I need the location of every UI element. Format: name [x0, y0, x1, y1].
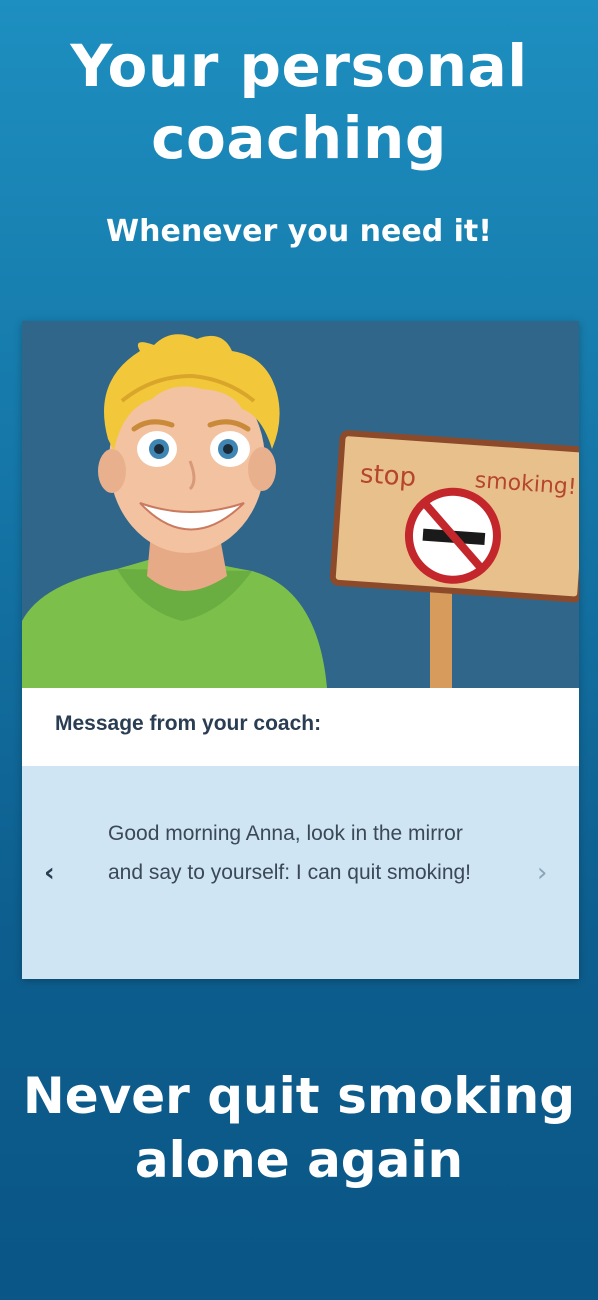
headline-bottom: Never quit smoking alone again: [22, 1067, 576, 1189]
chevron-right-icon[interactable]: ›: [537, 858, 547, 888]
coach-illustration: stop smoking!: [22, 321, 579, 688]
message-header-label: Message from your coach:: [55, 712, 322, 735]
chevron-left-icon[interactable]: ‹: [44, 858, 55, 888]
headline-subtitle: Whenever you need it!: [106, 214, 492, 249]
message-header: Message from your coach:: [22, 688, 579, 766]
coach-message-card: stop smoking! Message from your coach: ‹…: [22, 321, 579, 979]
message-carousel: ‹ Good morning Anna, look in the mirror …: [22, 766, 579, 979]
coach-message-text: Good morning Anna, look in the mirror an…: [108, 822, 472, 884]
headline-title: Your personal coaching: [70, 32, 528, 172]
stop-smoking-sign: stop smoking!: [329, 430, 579, 603]
sign-text-stop: stop: [359, 459, 417, 493]
